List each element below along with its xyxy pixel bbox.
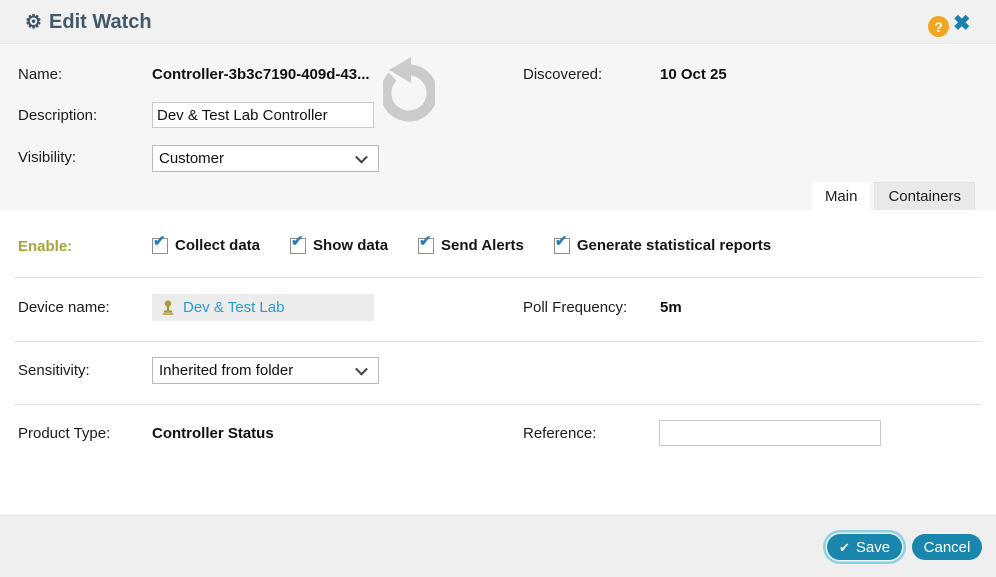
dialog-header: ⚙ Edit Watch ? ✖ <box>0 0 996 44</box>
checkbox-box: ✔ <box>554 238 570 254</box>
check-icon: ✔ <box>419 234 432 249</box>
checkbox-label: Collect data <box>175 237 260 254</box>
sensitivity-label: Sensitivity: <box>18 362 90 379</box>
name-value: Controller-3b3c7190-409d-43... <box>152 66 370 83</box>
device-name-label: Device name: <box>18 299 110 316</box>
tab-containers[interactable]: Containers <box>874 182 975 210</box>
enable-label: Enable: <box>18 238 72 255</box>
tab-main[interactable]: Main <box>812 182 871 210</box>
checkbox-generate-reports[interactable]: ✔ Generate statistical reports <box>554 237 771 254</box>
cancel-button-label: Cancel <box>924 539 971 556</box>
product-type-value: Controller Status <box>152 425 274 442</box>
save-button[interactable]: ✔ Save <box>827 534 902 560</box>
description-input[interactable] <box>152 102 374 128</box>
reference-label: Reference: <box>523 425 596 442</box>
description-label: Description: <box>18 107 97 124</box>
help-icon[interactable]: ? <box>928 16 949 37</box>
name-label: Name: <box>18 66 62 83</box>
gear-icon: ⚙ <box>25 13 42 32</box>
checkbox-box: ✔ <box>418 238 434 254</box>
edit-watch-dialog: ⚙ Edit Watch ? ✖ Name: Controller-3b3c71… <box>0 0 996 577</box>
joystick-icon <box>160 300 176 316</box>
sensitivity-select[interactable]: Inherited from folder <box>152 357 379 384</box>
check-icon: ✔ <box>555 234 568 249</box>
sensitivity-select-value: Inherited from folder <box>159 362 293 379</box>
checkbox-label: Send Alerts <box>441 237 524 254</box>
cancel-button[interactable]: Cancel <box>912 534 982 560</box>
poll-frequency-label: Poll Frequency: <box>523 299 627 316</box>
undo-icon[interactable] <box>383 54 435 133</box>
checkbox-label: Generate statistical reports <box>577 237 771 254</box>
device-link-text: Dev & Test Lab <box>183 299 284 316</box>
checkbox-box: ✔ <box>290 238 306 254</box>
check-icon: ✔ <box>153 234 166 249</box>
close-icon[interactable]: ✖ <box>953 11 971 36</box>
reference-input[interactable] <box>659 420 881 446</box>
chevron-down-icon <box>355 362 368 375</box>
checkbox-box: ✔ <box>152 238 168 254</box>
checkbox-show-data[interactable]: ✔ Show data <box>290 237 388 254</box>
visibility-label: Visibility: <box>18 149 76 166</box>
discovered-label: Discovered: <box>523 66 602 83</box>
page-title: Edit Watch <box>49 11 152 34</box>
discovered-value: 10 Oct 25 <box>660 66 727 83</box>
save-button-label: Save <box>856 539 890 556</box>
poll-frequency-value: 5m <box>660 299 682 316</box>
enable-checkbox-row: ✔ Collect data ✔ Show data ✔ Send Alerts… <box>152 237 771 254</box>
visibility-select[interactable]: Customer <box>152 145 379 172</box>
checkbox-label: Show data <box>313 237 388 254</box>
check-icon: ✔ <box>291 234 304 249</box>
check-icon: ✔ <box>839 541 850 554</box>
divider <box>14 277 982 278</box>
chevron-down-icon <box>355 150 368 163</box>
visibility-select-value: Customer <box>159 150 224 167</box>
device-link[interactable]: Dev & Test Lab <box>152 294 374 321</box>
checkbox-collect-data[interactable]: ✔ Collect data <box>152 237 260 254</box>
product-type-label: Product Type: <box>18 425 110 442</box>
divider <box>14 341 982 342</box>
tab-bar: Main Containers <box>812 182 975 210</box>
divider <box>14 404 982 405</box>
checkbox-send-alerts[interactable]: ✔ Send Alerts <box>418 237 524 254</box>
dialog-title-wrap: ⚙ Edit Watch <box>25 0 152 44</box>
